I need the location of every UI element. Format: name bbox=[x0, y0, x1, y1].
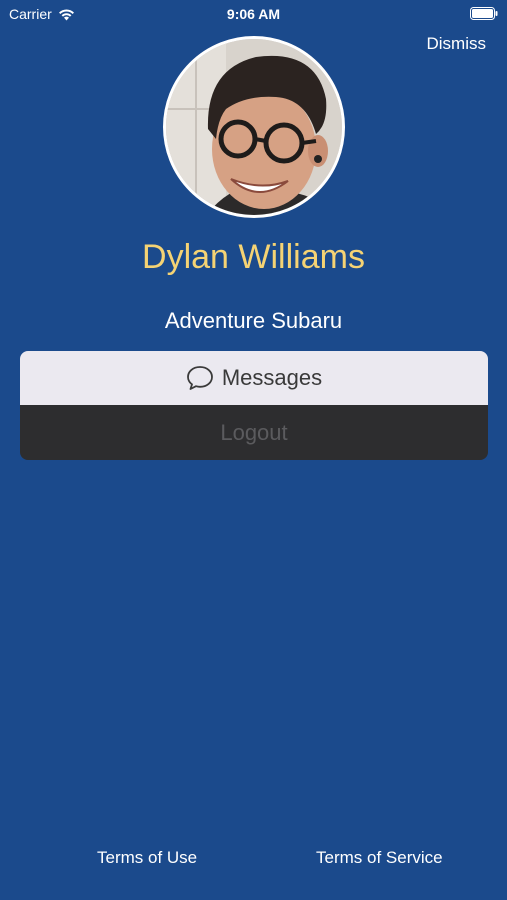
battery-icon bbox=[470, 7, 498, 20]
avatar-photo bbox=[166, 39, 342, 215]
status-bar: Carrier 9:06 AM bbox=[0, 0, 507, 28]
chat-bubble-icon bbox=[186, 366, 213, 390]
terms-of-use-link[interactable]: Terms of Use bbox=[97, 848, 197, 868]
dismiss-button[interactable]: Dismiss bbox=[427, 34, 487, 54]
logout-button[interactable]: Logout bbox=[20, 405, 488, 460]
messages-button[interactable]: Messages bbox=[20, 351, 488, 405]
status-time: 9:06 AM bbox=[226, 6, 281, 22]
terms-of-service-link[interactable]: Terms of Service bbox=[316, 848, 443, 868]
profile-screen: Carrier 9:06 AM Dismiss Dylan Williams A… bbox=[0, 0, 507, 900]
messages-label: Messages bbox=[221, 365, 323, 390]
avatar bbox=[163, 36, 345, 218]
logout-label: Logout bbox=[220, 419, 288, 445]
dealer-name: Adventure Subaru bbox=[164, 308, 343, 333]
profile-menu: Messages Logout bbox=[20, 351, 488, 460]
user-name: Dylan Williams bbox=[142, 238, 365, 276]
